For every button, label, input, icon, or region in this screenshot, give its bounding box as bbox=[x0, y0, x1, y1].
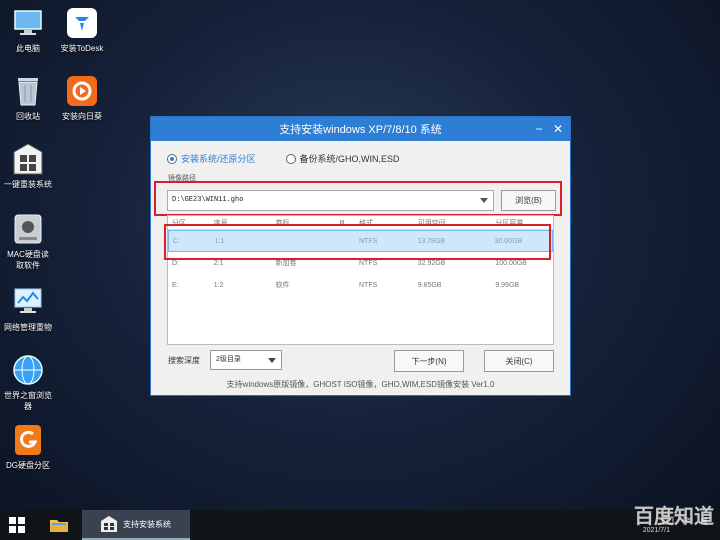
desktop-icon-browser[interactable]: 世界之窗浏览 器 bbox=[0, 353, 63, 412]
radio-selected-icon bbox=[167, 153, 177, 164]
close-window-button[interactable]: ✕ bbox=[549, 120, 567, 138]
icon-label-line2: 器 bbox=[24, 402, 32, 411]
icon-label: 世界之窗浏览 bbox=[4, 391, 52, 400]
cell-format: NTFS bbox=[359, 259, 378, 267]
next-button[interactable]: 下一步(N) bbox=[394, 350, 464, 372]
depth-value: 2级目录 bbox=[216, 356, 241, 363]
installer-window: 支持安装windows XP/7/8/10 系统 − ✕ 安装系统/还原分区 备… bbox=[150, 116, 571, 396]
table-row[interactable]: E: 1:2 软件 NTFS 9.85GB 9.99GB bbox=[168, 274, 553, 296]
path-highlight-box bbox=[154, 181, 562, 216]
version-footer: 支持windows原版镜像，GHOST ISO镜像，GHO,WIM,ESD镜像安… bbox=[226, 380, 495, 389]
icon-label: DG硬盘分区 bbox=[6, 461, 50, 470]
minimize-button[interactable]: − bbox=[530, 120, 548, 138]
icon-label: 一键重装系统 bbox=[4, 180, 52, 189]
cell-size: 100.00GB bbox=[495, 259, 527, 267]
computer-icon bbox=[11, 6, 45, 40]
network-icon bbox=[11, 285, 45, 319]
diskgenius-icon bbox=[11, 423, 45, 457]
icon-label: 安装向日葵 bbox=[62, 112, 102, 121]
watermark-text: 百度知道 bbox=[634, 506, 714, 528]
icon-label-line2: 取软件 bbox=[16, 261, 40, 270]
install-radio[interactable]: 安装系统/还原分区 bbox=[167, 152, 256, 165]
desktop-icon-todesk[interactable]: 安装ToDesk bbox=[47, 6, 117, 54]
cell-free: 9.85GB bbox=[417, 281, 442, 289]
reinstall-icon bbox=[11, 142, 45, 176]
todesk-icon bbox=[65, 6, 99, 40]
cell-index: 2:1 bbox=[213, 259, 224, 267]
radio-empty-icon bbox=[285, 153, 296, 164]
icon-label: 网络管理重物 bbox=[4, 323, 52, 332]
taskbar: 支持安装系统 bbox=[0, 510, 720, 540]
backup-radio[interactable]: 备份系统/GHO,WIN,ESD bbox=[285, 152, 400, 165]
windows-logo-icon bbox=[9, 517, 25, 533]
cell-free: 32.92GB bbox=[417, 259, 446, 267]
cell-format: NTFS bbox=[359, 281, 378, 289]
desktop-icon-mac-disk[interactable]: MAC硬盘读 取软件 bbox=[0, 212, 63, 271]
cell-index: 1:2 bbox=[213, 281, 224, 289]
start-button[interactable] bbox=[0, 510, 34, 540]
reinstall-icon bbox=[101, 516, 117, 532]
cell-size: 9.99GB bbox=[495, 281, 520, 289]
file-explorer-taskbar-button[interactable] bbox=[44, 510, 74, 540]
close-button[interactable]: 关闭(C) bbox=[484, 350, 554, 372]
icon-label: 安装ToDesk bbox=[60, 44, 104, 53]
desktop-icon-sunflower[interactable]: 安装向日葵 bbox=[47, 74, 117, 122]
recycle-bin-icon bbox=[11, 74, 45, 108]
depth-label: 搜索深度 bbox=[168, 356, 200, 365]
mode-radio-group: 安装系统/还原分区 备份系统/GHO,WIN,ESD bbox=[167, 152, 400, 165]
window-title: 支持安装windows XP/7/8/10 系统 bbox=[279, 124, 442, 136]
cell-label: 软件 bbox=[275, 282, 290, 289]
installer-taskbar-button[interactable]: 支持安装系统 bbox=[82, 510, 190, 540]
desktop-icon-diskgenius[interactable]: DG硬盘分区 bbox=[0, 423, 63, 471]
cell-drive: D: bbox=[172, 259, 179, 267]
taskbar-item-label: 支持安装系统 bbox=[123, 519, 171, 529]
chevron-down-icon bbox=[268, 358, 276, 363]
backup-radio-label: 备份系统/GHO,WIN,ESD bbox=[299, 154, 400, 164]
browser-icon bbox=[11, 353, 45, 387]
folder-icon bbox=[50, 520, 68, 532]
icon-label: MAC硬盘读 bbox=[7, 250, 49, 259]
depth-select[interactable]: 2级目录 bbox=[210, 350, 282, 370]
sunflower-icon bbox=[65, 74, 99, 108]
window-titlebar[interactable]: 支持安装windows XP/7/8/10 系统 − ✕ bbox=[151, 117, 570, 141]
cell-drive: E: bbox=[172, 281, 179, 289]
install-radio-label: 安装系统/还原分区 bbox=[181, 154, 256, 164]
mac-disk-icon bbox=[11, 212, 45, 246]
desktop-icon-reinstall[interactable]: 一键重装系统 bbox=[0, 142, 63, 190]
partition-highlight-box bbox=[164, 224, 551, 260]
desktop-icon-network[interactable]: 网络管理重物 bbox=[0, 285, 63, 333]
